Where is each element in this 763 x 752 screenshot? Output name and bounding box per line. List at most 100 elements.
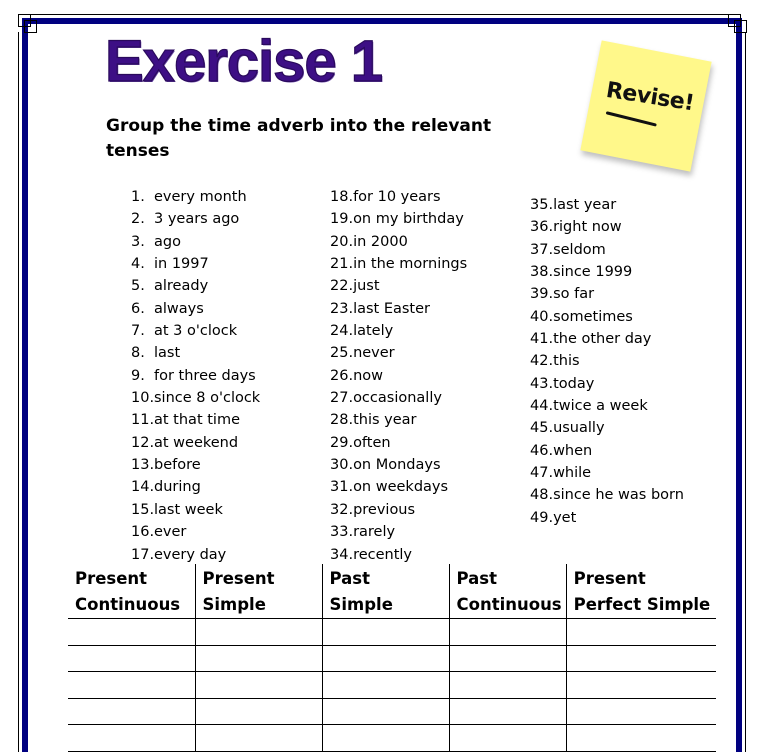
answer-cell[interactable] — [194, 698, 322, 725]
list-item: 10.since 8 o'clock — [131, 387, 260, 409]
list-item: 44.twice a week — [530, 395, 684, 417]
answer-cell[interactable] — [321, 671, 449, 699]
item-text: occasionally — [353, 390, 442, 407]
header-past-simple: Past Simple — [321, 564, 449, 619]
adverb-list-column-1: 1. every month 2. 3 years ago 3. ago 4. in 1997… — [131, 186, 260, 566]
list-item: 1. every month — [131, 186, 260, 208]
answer-cell[interactable] — [565, 724, 717, 752]
item-number: 1. — [131, 189, 145, 205]
list-item: 22.just — [330, 275, 467, 297]
page-border-left-line — [18, 32, 19, 752]
item-number: 18. — [330, 189, 354, 205]
answer-cell[interactable] — [448, 724, 567, 752]
item-text: previous — [353, 501, 416, 518]
item-text: this year — [353, 412, 417, 429]
item-number: 14. — [131, 479, 155, 496]
answer-cell[interactable] — [321, 698, 449, 725]
item-text: last Easter — [353, 300, 430, 317]
item-text: at that time — [154, 412, 240, 429]
answer-cell[interactable] — [448, 645, 567, 672]
list-item: 8. last — [131, 342, 260, 364]
item-text: rarely — [353, 524, 396, 541]
list-item: 28.this year — [330, 409, 467, 431]
list-item: 33.rarely — [330, 521, 467, 543]
answer-cell[interactable] — [321, 724, 449, 752]
corner-mark-top-left-inner — [24, 20, 37, 33]
item-text: today — [553, 375, 595, 392]
item-number: 21. — [330, 256, 354, 273]
answer-cell[interactable] — [448, 698, 567, 725]
item-text: in the mornings — [353, 256, 468, 273]
item-text: ago — [154, 233, 181, 250]
answer-cell[interactable] — [448, 671, 567, 699]
item-number: 4. — [131, 256, 145, 273]
answer-cell[interactable] — [194, 645, 322, 672]
item-number: 12. — [131, 434, 155, 451]
list-item: 12.at weekend — [131, 432, 260, 454]
item-text: every month — [154, 189, 247, 205]
item-number: 28. — [330, 412, 354, 429]
item-number: 31. — [330, 479, 354, 496]
item-number: 46. — [530, 442, 554, 459]
answer-cell[interactable] — [565, 618, 717, 646]
list-item: 25.never — [330, 342, 467, 364]
list-item: 41.the other day — [530, 328, 684, 350]
item-text: just — [353, 278, 380, 295]
list-item: 11.at that time — [131, 409, 260, 431]
table-row — [68, 671, 717, 699]
item-number: 20. — [330, 233, 354, 250]
answer-cell[interactable] — [321, 618, 449, 646]
answer-cell[interactable] — [68, 671, 195, 699]
item-number: 38. — [530, 264, 554, 281]
list-item: 7. at 3 o'clock — [131, 320, 260, 342]
list-item: 38.since 1999 — [530, 261, 684, 283]
table-header-row: Present Continuous Present Simple Past Simp… — [68, 564, 717, 619]
item-text: when — [553, 442, 593, 459]
item-number: 41. — [530, 331, 554, 348]
answer-cell[interactable] — [565, 645, 717, 672]
answer-cell[interactable] — [68, 724, 195, 752]
item-text: since 8 o'clock — [154, 390, 261, 407]
item-number: 22. — [330, 278, 354, 295]
item-text: in 2000 — [353, 233, 408, 250]
item-number: 40. — [530, 308, 554, 325]
item-text: at weekend — [154, 434, 239, 451]
item-text: never — [353, 345, 395, 362]
answer-cell[interactable] — [194, 724, 322, 752]
item-text: before — [154, 457, 201, 474]
item-text: yet — [553, 509, 577, 526]
list-item: 4. in 1997 — [131, 253, 260, 275]
item-number: 39. — [530, 286, 554, 303]
table-body — [68, 618, 717, 752]
item-number: 44. — [530, 398, 554, 415]
answer-cell[interactable] — [194, 618, 322, 646]
item-number: 10. — [131, 390, 155, 407]
sticky-note-text: Revise! — [604, 77, 696, 117]
item-text: for three days — [154, 367, 256, 384]
answer-cell[interactable] — [68, 698, 195, 725]
list-item: 21.in the mornings — [330, 253, 467, 275]
list-item: 46.when — [530, 440, 684, 462]
item-text: last week — [154, 501, 223, 518]
answer-cell[interactable] — [194, 671, 322, 699]
item-number: 5. — [131, 278, 145, 295]
item-number: 48. — [530, 487, 554, 504]
item-number: 49. — [530, 509, 554, 526]
item-text: twice a week — [553, 398, 648, 415]
item-text: on my birthday — [353, 211, 464, 228]
answer-cell[interactable] — [68, 618, 195, 646]
answer-cell[interactable] — [565, 698, 717, 725]
item-text: already — [154, 278, 209, 295]
page-border-top — [22, 18, 742, 24]
list-item: 40.sometimes — [530, 306, 684, 328]
item-number: 6. — [131, 300, 145, 317]
answer-cell[interactable] — [448, 618, 567, 646]
list-item: 3. ago — [131, 231, 260, 253]
answer-cell[interactable] — [68, 645, 195, 672]
answer-cell[interactable] — [321, 645, 449, 672]
page-border-outer-line — [27, 14, 733, 15]
answer-cell[interactable] — [565, 671, 717, 699]
list-item: 15.last week — [131, 499, 260, 521]
item-number: 23. — [330, 300, 354, 317]
item-number: 47. — [530, 465, 554, 482]
